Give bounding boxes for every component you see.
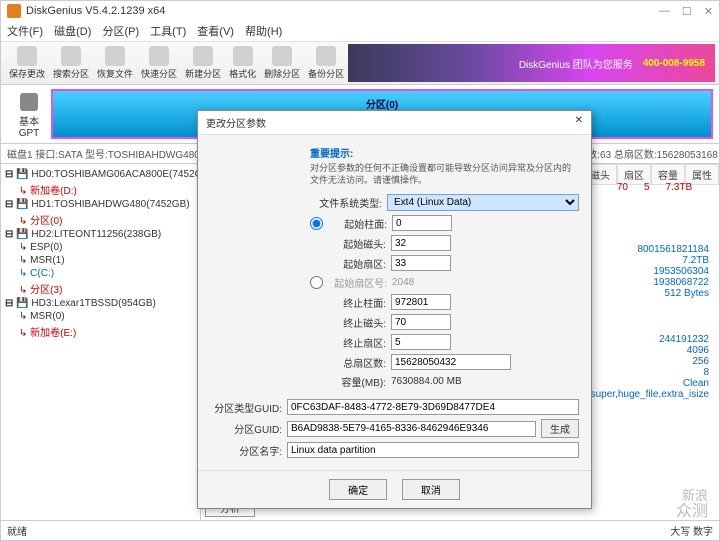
end-cyl-input[interactable] xyxy=(391,294,451,310)
ptype-guid-input[interactable] xyxy=(287,399,579,415)
end-head-input[interactable] xyxy=(391,314,451,330)
start-head-input[interactable] xyxy=(391,235,451,251)
end-sec-input[interactable] xyxy=(391,334,451,350)
watermark: 新浪 众测 xyxy=(676,489,708,521)
start-cyl-input[interactable] xyxy=(392,215,452,231)
dialog-title: 更改分区参数 xyxy=(206,115,266,130)
cancel-button[interactable]: 取消 xyxy=(402,479,460,500)
start-sec-input[interactable] xyxy=(391,255,451,271)
total-sec-input[interactable] xyxy=(391,354,511,370)
generate-button[interactable]: 生成 xyxy=(541,419,579,438)
part-guid-input[interactable] xyxy=(287,421,536,437)
ok-button[interactable]: 确定 xyxy=(329,479,387,500)
radio-start-lba[interactable] xyxy=(310,276,323,289)
fs-type-select[interactable]: Ext4 (Linux Data) xyxy=(387,194,579,211)
radio-start-chs[interactable] xyxy=(310,217,323,230)
hint-title: 重要提示: xyxy=(310,145,579,160)
hint-desc: 对分区参数的任何不正确设置都可能导致分区访问异常及分区内的文件无法访问。请谨慎操… xyxy=(310,163,579,186)
dialog-close-icon[interactable]: ✕ xyxy=(575,115,583,130)
modify-partition-dialog: 更改分区参数 ✕ 重要提示: 对分区参数的任何不正确设置都可能导致分区访问异常及… xyxy=(197,110,592,509)
part-name-input[interactable] xyxy=(287,442,579,458)
